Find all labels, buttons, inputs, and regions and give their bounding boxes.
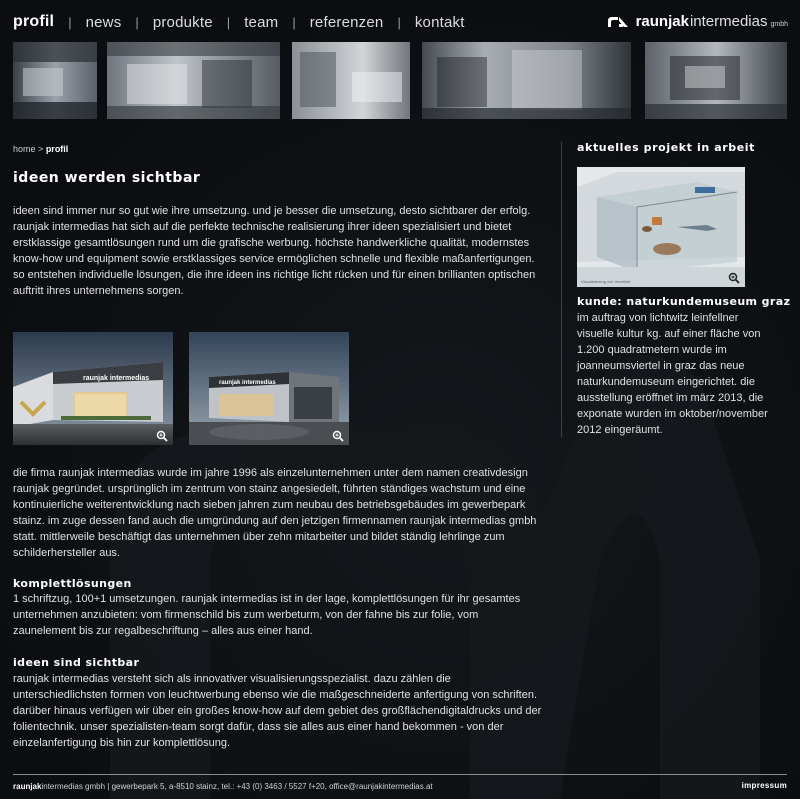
nav-separator: | <box>68 14 72 30</box>
brand-name-light: intermedias <box>689 13 768 30</box>
footer-address: raunjakintermedias gmbh | gewerbepark 5,… <box>13 782 433 791</box>
breadcrumb-current: profil <box>45 144 69 154</box>
nav-separator: | <box>397 14 401 30</box>
raunjak-logo-icon <box>607 16 628 27</box>
project-client: kunde: naturkundemuseum graz <box>577 295 791 308</box>
section-heading-komplettloesungen: komplettlösungen <box>13 577 132 590</box>
header-photo-strip <box>13 42 787 119</box>
svg-text:raunjak intermedias: raunjak intermedias <box>83 375 149 382</box>
project-image[interactable]: Visualisierung von Vorarbeit <box>577 167 745 287</box>
page-title: ideen werden sichtbar <box>13 170 201 186</box>
building-photo-2[interactable]: raunjak intermedias <box>189 332 349 445</box>
main-navigation: profil | news | produkte | team | refere… <box>13 12 465 32</box>
nav-separator: | <box>135 14 139 30</box>
project-description: im auftrag von lichtwitz leinfellner vis… <box>577 312 768 436</box>
project-image-caption: Visualisierung von Vorarbeit <box>581 279 631 284</box>
nav-item-profil[interactable]: profil <box>13 13 54 31</box>
nav-item-team[interactable]: team <box>244 14 278 31</box>
section-text-ideen-sind-sichtbar: raunjak intermedias versteht sich als in… <box>13 673 542 749</box>
breadcrumb-home-link[interactable]: home <box>13 144 36 154</box>
nav-separator: | <box>226 14 231 30</box>
nav-separator: | <box>292 14 296 30</box>
footer-brand-light: intermedias gmbh <box>41 782 106 791</box>
brand-suffix: gmbh <box>770 21 788 28</box>
zoom-icon[interactable] <box>332 430 344 442</box>
brand-logo[interactable]: raunjak intermedias gmbh <box>606 13 788 30</box>
header-photo <box>422 42 631 119</box>
nav-item-kontakt[interactable]: kontakt <box>415 14 465 31</box>
breadcrumb: home > profil <box>13 144 68 154</box>
zoom-icon[interactable] <box>728 272 740 284</box>
history-paragraph: die firma raunjak intermedias wurde im j… <box>13 467 537 559</box>
zoom-icon[interactable] <box>156 430 168 442</box>
brand-name-bold: raunjak <box>635 13 689 30</box>
header-photo <box>13 42 97 119</box>
footer-brand-bold: raunjak <box>13 782 42 791</box>
header-photo <box>107 42 280 119</box>
intro-paragraph: ideen sind immer nur so gut wie ihre ums… <box>13 205 536 297</box>
nav-item-news[interactable]: news <box>86 14 122 31</box>
sidebar-title: aktuelles projekt in arbeit <box>577 141 755 154</box>
footer-divider <box>13 774 787 775</box>
building-photo-1[interactable]: raunjak intermedias <box>13 332 173 445</box>
svg-text:raunjak intermedias: raunjak intermedias <box>219 380 276 386</box>
breadcrumb-separator: > <box>38 144 44 154</box>
header-photo <box>292 42 410 119</box>
column-divider <box>561 142 562 437</box>
impressum-link[interactable]: impressum <box>742 781 787 790</box>
section-heading-ideen-sind-sichtbar: ideen sind sichtbar <box>13 656 140 669</box>
section-text-komplettloesungen: 1 schriftzug, 100+1 umsetzungen. raunjak… <box>13 593 521 637</box>
nav-item-referenzen[interactable]: referenzen <box>310 14 384 31</box>
nav-item-produkte[interactable]: produkte <box>153 14 213 31</box>
header-photo <box>645 42 787 119</box>
footer-contact: | gewerbepark 5, a-8510 stainz, tel.: +4… <box>105 782 433 791</box>
